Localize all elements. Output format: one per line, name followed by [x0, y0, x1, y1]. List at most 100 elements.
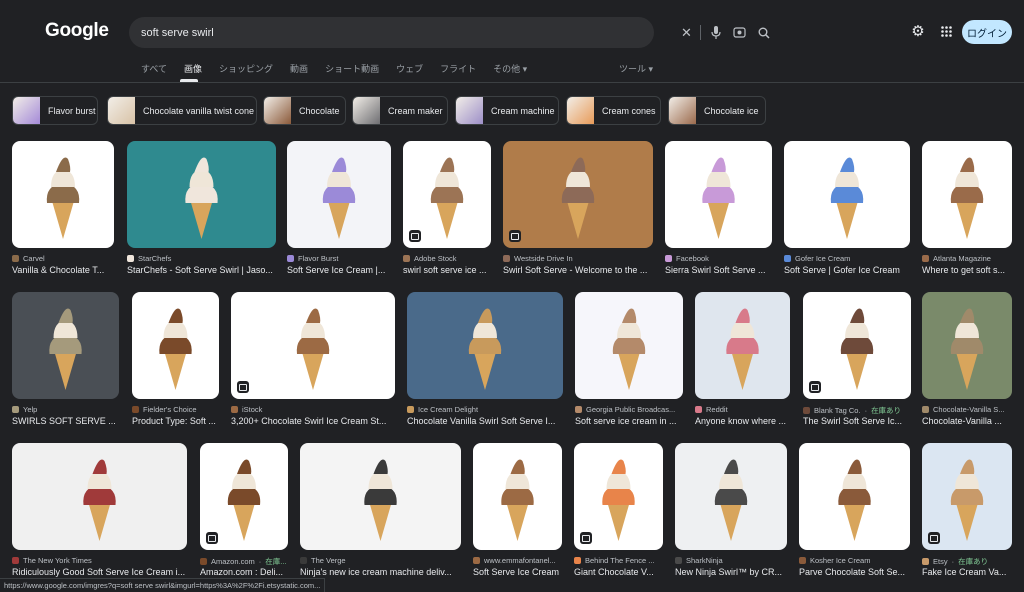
result-title[interactable]: Soft Serve Ice Cream [473, 567, 562, 577]
image-result[interactable]: Fielder's Choice Product Type: Soft ... [132, 292, 219, 428]
result-title[interactable]: Fake Ice Cream Va... [922, 567, 1012, 577]
result-source[interactable]: Carvel [12, 254, 114, 263]
tab-2[interactable]: ショッピング [219, 62, 273, 76]
chip-6[interactable]: Chocolate ice [668, 96, 766, 125]
chip-2[interactable]: Chocolate [263, 96, 346, 125]
result-source[interactable]: The New York Times [12, 556, 187, 565]
result-source[interactable]: Gofer Ice Cream [784, 254, 910, 263]
result-thumbnail[interactable] [231, 292, 395, 399]
result-source[interactable]: Amazon.com · 在庫... [200, 556, 288, 567]
image-result[interactable]: www.emmafontanel... Soft Serve Ice Cream [473, 443, 562, 579]
result-title[interactable]: Soft Serve | Gofer Ice Cream [784, 265, 910, 275]
result-title[interactable]: Chocolate-Vanilla ... [922, 416, 1012, 426]
result-source[interactable]: Blank Tag Co. · 在庫あり [803, 405, 911, 416]
result-thumbnail[interactable] [127, 141, 276, 248]
result-source[interactable]: Chocolate-Vanilla S... [922, 405, 1012, 414]
result-source[interactable]: Georgia Public Broadcas... [575, 405, 683, 414]
google-logo[interactable]: Google [45, 20, 109, 42]
result-source[interactable]: Ice Cream Delight [407, 405, 563, 414]
result-title[interactable]: Anyone know where ... [695, 416, 790, 426]
image-result[interactable]: iStock 3,200+ Chocolate Swirl Ice Cream S… [231, 292, 395, 428]
image-result[interactable]: Yelp SWIRLS SOFT SERVE ... [12, 292, 119, 428]
result-thumbnail[interactable] [300, 443, 461, 550]
result-source[interactable]: SharkNinja [675, 556, 787, 565]
image-result[interactable]: Carvel Vanilla & Chocolate T... [12, 141, 114, 277]
chip-3[interactable]: Cream maker [352, 96, 448, 125]
image-result[interactable]: StarChefs StarChefs - Soft Serve Swirl | … [127, 141, 276, 277]
image-result[interactable]: Reddit Anyone know where ... [695, 292, 790, 428]
result-thumbnail[interactable] [12, 443, 187, 550]
result-source[interactable]: Adobe Stock [403, 254, 491, 263]
result-source[interactable]: StarChefs [127, 254, 276, 263]
login-button[interactable]: ログイン [962, 20, 1012, 44]
result-thumbnail[interactable] [922, 292, 1012, 399]
chip-5[interactable]: Cream cones [566, 96, 661, 125]
result-source[interactable]: Fielder's Choice [132, 405, 219, 414]
result-title[interactable]: New Ninja Swirl™ by CR... [675, 567, 787, 577]
image-result[interactable]: Ice Cream Delight Chocolate Vanilla Swirl… [407, 292, 563, 428]
result-title[interactable]: Swirl Soft Serve - Welcome to the ... [503, 265, 653, 275]
image-result[interactable]: Westside Drive In Swirl Soft Serve - Welc… [503, 141, 653, 277]
result-source[interactable]: Etsy · 在庫あり [922, 556, 1012, 567]
result-source[interactable]: Westside Drive In [503, 254, 653, 263]
image-result[interactable]: Kosher Ice Cream Parve Chocolate Soft Se.… [799, 443, 910, 579]
image-result[interactable]: Adobe Stock swirl soft serve ice ... [403, 141, 491, 277]
image-result[interactable]: Atlanta Magazine Where to get soft s... [922, 141, 1012, 277]
image-result[interactable]: Flavor Burst Soft Serve Ice Cream |... [287, 141, 391, 277]
result-thumbnail[interactable] [403, 141, 491, 248]
result-thumbnail[interactable] [922, 141, 1012, 248]
result-thumbnail[interactable] [574, 443, 663, 550]
search-box[interactable]: ✕ [129, 17, 770, 48]
image-result[interactable]: Behind The Fence ... Giant Chocolate V... [574, 443, 663, 579]
image-result[interactable]: SharkNinja New Ninja Swirl™ by CR... [675, 443, 787, 579]
tab-0[interactable]: すべて [141, 62, 167, 76]
tab-1[interactable]: 画像 [184, 62, 202, 76]
result-title[interactable]: Ninja's new ice cream machine deliv... [300, 567, 461, 577]
search-input[interactable] [141, 17, 541, 48]
result-title[interactable]: swirl soft serve ice ... [403, 265, 491, 275]
result-thumbnail[interactable] [12, 141, 114, 248]
result-title[interactable]: Product Type: Soft ... [132, 416, 219, 426]
result-title[interactable]: Giant Chocolate V... [574, 567, 663, 577]
tab-6[interactable]: フライト [440, 62, 476, 76]
result-thumbnail[interactable] [473, 443, 562, 550]
result-source[interactable]: Kosher Ice Cream [799, 556, 910, 565]
image-result[interactable]: Amazon.com · 在庫... Amazon.com : Deli... [200, 443, 288, 579]
result-thumbnail[interactable] [407, 292, 563, 399]
camera-search-icon[interactable] [731, 24, 748, 41]
result-source[interactable]: Flavor Burst [287, 254, 391, 263]
apps-grid-icon[interactable] [937, 22, 955, 40]
result-title[interactable]: Ridiculously Good Soft Serve Ice Cream i… [12, 567, 187, 577]
search-icon[interactable] [755, 24, 772, 41]
result-thumbnail[interactable] [503, 141, 653, 248]
result-source[interactable]: The Verge [300, 556, 461, 565]
result-thumbnail[interactable] [575, 292, 683, 399]
result-thumbnail[interactable] [12, 292, 119, 399]
result-source[interactable]: Behind The Fence ... [574, 556, 663, 565]
tools-menu[interactable]: ツール ▾ [619, 62, 653, 75]
image-result[interactable]: The Verge Ninja's new ice cream machine d… [300, 443, 461, 579]
result-title[interactable]: Chocolate Vanilla Swirl Soft Serve I... [407, 416, 563, 426]
result-thumbnail[interactable] [665, 141, 772, 248]
image-result[interactable]: The New York Times Ridiculously Good Soft… [12, 443, 187, 579]
result-title[interactable]: The Swirl Soft Serve Ic... [803, 416, 911, 426]
chip-0[interactable]: Flavor burst [12, 96, 98, 125]
chip-4[interactable]: Cream machine [455, 96, 559, 125]
image-result[interactable]: Blank Tag Co. · 在庫あり The Swirl Soft Serve I… [803, 292, 911, 428]
result-thumbnail[interactable] [695, 292, 790, 399]
result-thumbnail[interactable] [799, 443, 910, 550]
result-title[interactable]: Vanilla & Chocolate T... [12, 265, 114, 275]
result-thumbnail[interactable] [675, 443, 787, 550]
result-title[interactable]: Amazon.com : Deli... [200, 567, 288, 577]
result-title[interactable]: SWIRLS SOFT SERVE ... [12, 416, 119, 426]
image-result[interactable]: Chocolate-Vanilla S... Chocolate-Vanilla … [922, 292, 1012, 428]
microphone-icon[interactable] [707, 24, 724, 41]
result-source[interactable]: Yelp [12, 405, 119, 414]
image-result[interactable]: Georgia Public Broadcas... Soft serve ice… [575, 292, 683, 428]
image-result[interactable]: Facebook Sierra Swirl Soft Serve ... [665, 141, 772, 277]
result-source[interactable]: iStock [231, 405, 395, 414]
result-source[interactable]: Reddit [695, 405, 790, 414]
result-title[interactable]: Soft Serve Ice Cream |... [287, 265, 391, 275]
chip-1[interactable]: Chocolate vanilla twist cone [107, 96, 257, 125]
clear-icon[interactable]: ✕ [678, 24, 695, 41]
